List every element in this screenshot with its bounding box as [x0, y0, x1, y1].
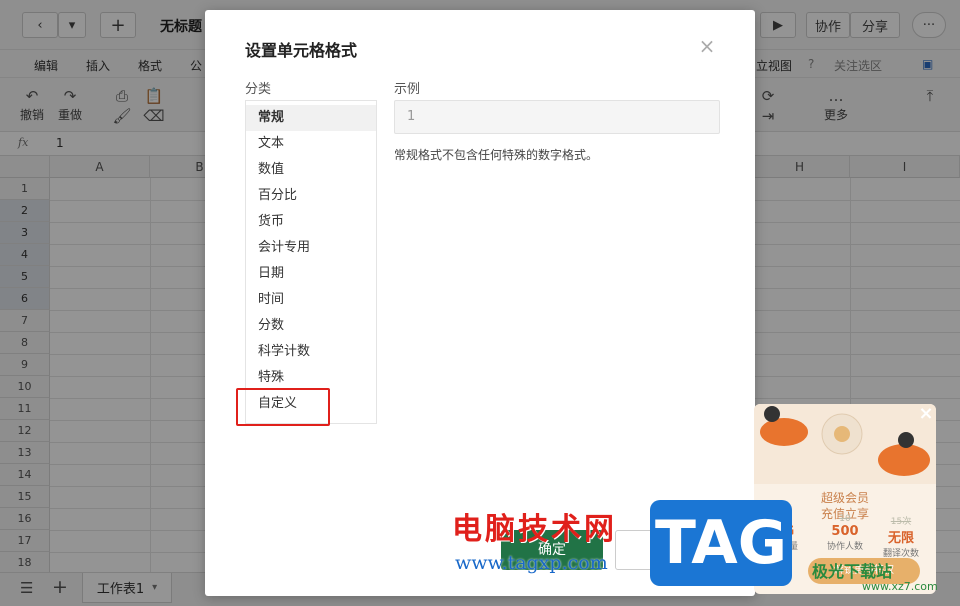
dialog-title: 设置单元格格式	[245, 41, 358, 60]
watermark-text: 电脑技术网	[452, 512, 617, 547]
category-time[interactable]: 时间	[246, 287, 376, 313]
category-scientific[interactable]: 科学计数	[246, 339, 376, 365]
watermark-site-name: 极光下载站	[812, 562, 893, 581]
category-fraction[interactable]: 分数	[246, 313, 376, 339]
watermark-tag-logo: TAG	[650, 500, 792, 586]
promo-illustration	[754, 404, 936, 484]
category-general[interactable]: 常规	[246, 105, 376, 131]
category-currency[interactable]: 货币	[246, 209, 376, 235]
category-text[interactable]: 文本	[246, 131, 376, 157]
watermark-url: www.tagxp.com	[455, 552, 608, 574]
promo-stat-collaborators: 10 500 协作人数	[826, 514, 863, 552]
category-date[interactable]: 日期	[246, 261, 376, 287]
category-number[interactable]: 数值	[246, 157, 376, 183]
format-description: 常规格式不包含任何特殊的数字格式。	[394, 148, 599, 162]
category-list[interactable]: 常规 文本 数值 百分比 货币 会计专用 日期 时间 分数 科学计数 特殊 自定…	[245, 100, 377, 424]
close-icon[interactable]: ×	[916, 404, 936, 424]
close-icon[interactable]: ×	[697, 36, 717, 56]
custom-highlight-box	[236, 388, 330, 426]
category-percent[interactable]: 百分比	[246, 183, 376, 209]
watermark-site-url: www.xz7.com	[862, 580, 938, 593]
example-label: 示例	[394, 82, 421, 97]
promo-stat-translations: 15次 无限 翻译次数	[882, 517, 919, 559]
category-label: 分类	[245, 82, 272, 97]
promo-title-line1: 超级会员	[820, 491, 869, 505]
promo-art-icon	[760, 406, 930, 476]
example-preview: 1	[394, 100, 720, 134]
category-accounting[interactable]: 会计专用	[246, 235, 376, 261]
